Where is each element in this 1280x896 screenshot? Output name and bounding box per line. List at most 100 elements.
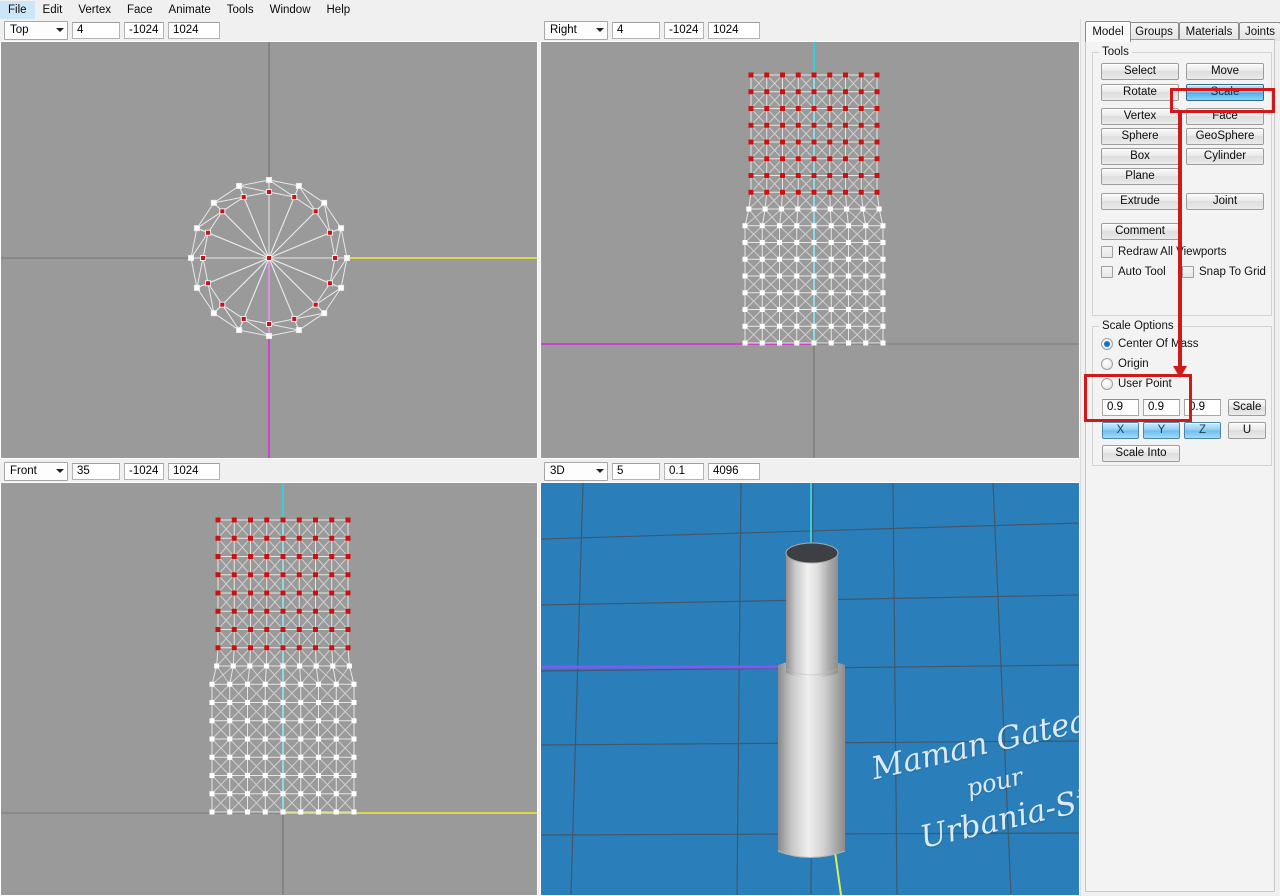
chevron-down-icon (593, 23, 607, 38)
viewport-front-min-field[interactable]: -1024 (124, 462, 164, 480)
viewport-3d-view-label: 3D (550, 465, 565, 477)
scale-axis-y-button[interactable]: Y (1143, 422, 1180, 439)
viewport-3d-min-field[interactable]: 0.1 (664, 462, 704, 480)
menu-item-tools[interactable]: Tools (219, 1, 262, 19)
viewport-top-wireframe (1, 42, 537, 458)
scale-x-input[interactable]: 0.9 (1102, 399, 1139, 416)
scale-options-group: Scale Options Center Of Mass Origin User… (1092, 320, 1272, 466)
redraw-all-viewports-checkbox[interactable]: Redraw All Viewports (1101, 246, 1226, 258)
radio-origin[interactable]: Origin (1101, 358, 1149, 370)
menu-item-help[interactable]: Help (319, 1, 359, 19)
viewport-3d-view-select[interactable]: 3D (544, 461, 608, 481)
viewport-front-grid-field[interactable]: 35 (72, 462, 120, 480)
viewport-top-min-field[interactable]: -1024 (124, 21, 164, 39)
radio-user-point-label: User Point (1118, 378, 1172, 390)
viewport-right-view-select[interactable]: Right (544, 20, 608, 40)
milkshape-window: File Edit Vertex Face Animate Tools Wind… (0, 0, 1280, 896)
scale-u-button[interactable]: U (1228, 422, 1266, 439)
viewport-top-grid-field[interactable]: 4 (72, 21, 120, 39)
viewport-top-canvas[interactable] (0, 41, 538, 459)
auto-tool-label: Auto Tool (1118, 266, 1166, 278)
viewport-3d-canvas[interactable]: Maman Gateau pour Urbania-Sims (540, 482, 1080, 896)
watermark-line-2: pour (963, 762, 1026, 803)
plane-button[interactable]: Plane (1101, 168, 1179, 185)
viewport-3d-max-field[interactable]: 4096 (708, 462, 760, 480)
viewport-right-view-label: Right (550, 24, 577, 36)
viewport-front-canvas[interactable] (0, 482, 538, 896)
viewport-top-view-select[interactable]: Top (4, 20, 68, 40)
menu-item-animate[interactable]: Animate (161, 1, 219, 19)
chevron-down-icon (53, 23, 67, 38)
vertex-button[interactable]: Vertex (1101, 108, 1179, 125)
cylinder-button[interactable]: Cylinder (1186, 148, 1264, 165)
snap-to-grid-label: Snap To Grid (1199, 266, 1266, 278)
viewport-3d[interactable]: 3D 5 0.1 4096 Maman Gateau pour Urbania-… (540, 460, 1080, 896)
viewport-3d-header: 3D 5 0.1 4096 (540, 460, 1080, 482)
scale-tool-button[interactable]: Scale (1186, 84, 1264, 101)
radio-user-point[interactable]: User Point (1101, 378, 1172, 390)
viewport-front-view-select[interactable]: Front (4, 461, 68, 481)
redraw-all-viewports-label: Redraw All Viewports (1118, 246, 1227, 258)
menu-bar: File Edit Vertex Face Animate Tools Wind… (0, 0, 1280, 20)
viewport-top-view-label: Top (10, 24, 29, 36)
joint-button[interactable]: Joint (1186, 193, 1264, 210)
rotate-button[interactable]: Rotate (1101, 84, 1179, 101)
viewport-front-header: Front 35 -1024 1024 (0, 460, 538, 482)
menu-item-file[interactable]: File (0, 0, 35, 19)
scale-axis-z-button[interactable]: Z (1184, 422, 1221, 439)
radio-center-of-mass[interactable]: Center Of Mass (1101, 338, 1199, 350)
viewport-right-grid-field[interactable]: 4 (612, 21, 660, 39)
viewport-right-wireframe (541, 42, 1079, 458)
menu-item-face[interactable]: Face (119, 1, 161, 19)
scale-options-title: Scale Options (1099, 320, 1177, 332)
watermark-line-3: Urbania-Sims (916, 772, 1080, 856)
model-tab-panel: Tools Select Move Rotate Scale Vertex Fa… (1085, 39, 1275, 892)
extrude-button[interactable]: Extrude (1101, 193, 1179, 210)
viewport-front[interactable]: Front 35 -1024 1024 (0, 460, 538, 896)
checkbox-icon (1101, 266, 1113, 278)
comment-button[interactable]: Comment (1101, 223, 1179, 240)
viewport-top-max-field[interactable]: 1024 (168, 21, 220, 39)
box-button[interactable]: Box (1101, 148, 1179, 165)
auto-tool-checkbox[interactable]: Auto Tool (1101, 266, 1166, 278)
snap-to-grid-checkbox[interactable]: Snap To Grid (1182, 266, 1266, 278)
viewport-right-min-field[interactable]: -1024 (664, 21, 704, 39)
right-panel: Model Groups Materials Joints Tools Sele… (1080, 19, 1280, 896)
scale-apply-button[interactable]: Scale (1228, 399, 1266, 416)
scale-y-input[interactable]: 0.9 (1143, 399, 1180, 416)
radio-icon (1101, 358, 1113, 370)
tools-group-title: Tools (1099, 46, 1132, 58)
viewport-area: Top 4 -1024 1024 Right 4 -1024 1024 Fron… (0, 19, 1080, 896)
checkbox-icon (1182, 266, 1194, 278)
face-button[interactable]: Face (1186, 108, 1264, 125)
chevron-down-icon (53, 464, 67, 479)
viewport-front-wireframe (1, 483, 537, 895)
chevron-down-icon (593, 464, 607, 479)
scale-axis-x-button[interactable]: X (1102, 422, 1139, 439)
viewport-right-canvas[interactable] (540, 41, 1080, 459)
tab-model[interactable]: Model (1085, 21, 1131, 42)
menu-item-vertex[interactable]: Vertex (70, 1, 119, 19)
checkbox-icon (1101, 246, 1113, 258)
menu-item-window[interactable]: Window (262, 1, 319, 19)
panel-tabstrip: Model Groups Materials Joints (1085, 21, 1280, 42)
radio-icon (1101, 378, 1113, 390)
select-button[interactable]: Select (1101, 63, 1179, 80)
geosphere-button[interactable]: GeoSphere (1186, 128, 1264, 145)
viewport-right[interactable]: Right 4 -1024 1024 (540, 19, 1080, 459)
viewport-front-view-label: Front (10, 465, 37, 477)
move-button[interactable]: Move (1186, 63, 1264, 80)
viewport-top[interactable]: Top 4 -1024 1024 (0, 19, 538, 459)
viewport-right-header: Right 4 -1024 1024 (540, 19, 1080, 41)
radio-icon (1101, 338, 1113, 350)
viewport-right-max-field[interactable]: 1024 (708, 21, 760, 39)
scale-z-input[interactable]: 0.9 (1184, 399, 1221, 416)
viewport-3d-grid-field[interactable]: 5 (612, 462, 660, 480)
sphere-button[interactable]: Sphere (1101, 128, 1179, 145)
menu-item-edit[interactable]: Edit (35, 1, 71, 19)
tools-group: Tools Select Move Rotate Scale Vertex Fa… (1092, 46, 1272, 316)
radio-center-of-mass-label: Center Of Mass (1118, 338, 1199, 350)
radio-origin-label: Origin (1118, 358, 1149, 370)
scale-into-button[interactable]: Scale Into (1102, 445, 1180, 462)
viewport-front-max-field[interactable]: 1024 (168, 462, 220, 480)
